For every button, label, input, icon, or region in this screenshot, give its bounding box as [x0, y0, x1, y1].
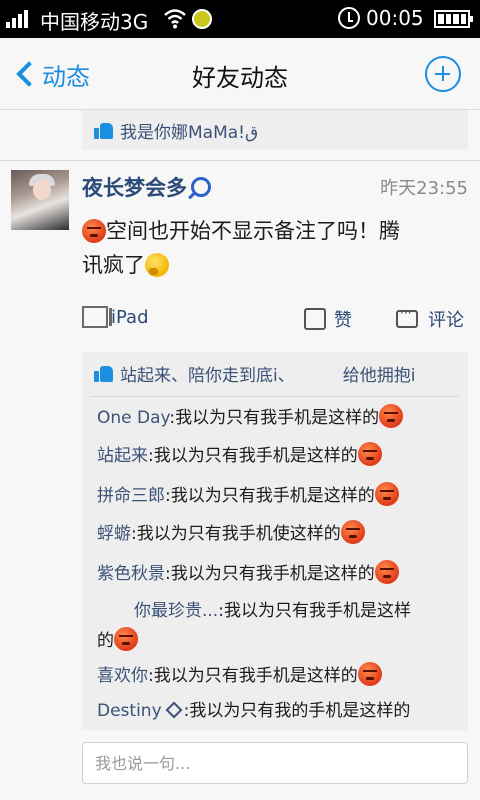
- signal-icon: [6, 10, 28, 28]
- alarm-icon: [338, 7, 360, 29]
- comment-item: 蜉蝣:我以为只有我手机使这样的: [97, 520, 365, 546]
- previous-post-likes: 我是你娜MaMa!ق: [82, 110, 468, 150]
- comment-item: Destiny :我以为只有我的手机是这样的: [97, 699, 410, 723]
- comment-item: 拼命三郎:我以为只有我手机是这样的: [97, 482, 399, 508]
- comment-text: :我以为只有我手机是这样的: [148, 446, 358, 466]
- comment-text-cont: 的: [97, 631, 114, 651]
- comment-label: 评论: [428, 310, 464, 331]
- angry-emoji-icon: [340, 520, 365, 544]
- angry-emoji-icon: [379, 404, 404, 428]
- angry-emoji-icon: [374, 482, 399, 506]
- likes-names[interactable]: 站起来、陪你走到底i、: [120, 361, 295, 386]
- comment-text: :我以为只有我手机是这样的: [165, 564, 375, 584]
- avatar[interactable]: [11, 170, 69, 230]
- commenter-name[interactable]: Destiny: [97, 701, 162, 721]
- comment-text: :我以为只有我的手机是这样的: [183, 701, 411, 721]
- likes-extra[interactable]: 给他拥抱i: [343, 361, 416, 386]
- divider: [90, 396, 460, 397]
- comment-item: 喜欢你:我以为只有我手机是这样的: [97, 662, 382, 688]
- coin-icon: [192, 9, 212, 29]
- post-author[interactable]: 夜长梦会多: [82, 172, 211, 202]
- thumbs-up-icon: [94, 121, 114, 139]
- content-line-2: 讯疯了: [82, 253, 145, 277]
- comment-input[interactable]: [82, 742, 468, 784]
- thumbs-up-outline-icon: [304, 308, 326, 330]
- divider: [0, 160, 480, 161]
- commenter-name[interactable]: 站起来: [97, 446, 148, 466]
- comment-text: :我以为只有我手机是这样的: [165, 486, 375, 506]
- comment-box: 站起来、陪你走到底i、 给他拥抱i One Day:我以为只有我手机是这样的 站…: [82, 352, 468, 730]
- angry-emoji-icon: [82, 219, 106, 243]
- commenter-name[interactable]: 你最珍贵...: [134, 601, 218, 621]
- status-bar: 中国移动3G 00:05: [0, 0, 480, 38]
- comment-button[interactable]: 评论: [396, 306, 464, 332]
- comment-item: 紫色秋景:我以为只有我手机是这样的: [97, 560, 399, 586]
- author-name: 夜长梦会多: [82, 176, 187, 200]
- thinking-emoji-icon: [145, 253, 169, 277]
- angry-emoji-icon: [114, 627, 138, 651]
- like-button[interactable]: 赞: [304, 306, 352, 332]
- ipad-icon: [82, 306, 112, 328]
- comment-item: 你最珍贵...:我以为只有我手机是这样 的: [97, 596, 411, 656]
- comment-item: 站起来:我以为只有我手机是这样的: [97, 442, 382, 468]
- plus-circle-icon[interactable]: [425, 56, 461, 92]
- clock-time: 00:05: [366, 6, 424, 30]
- likes-row: 站起来、陪你走到底i、 给他拥抱i: [94, 358, 415, 388]
- comment-text: :我以为只有我手机是这样的: [148, 666, 358, 686]
- commenter-name[interactable]: One Day: [97, 408, 169, 428]
- comment-text: :我以为只有我手机使这样的: [131, 524, 341, 544]
- angry-emoji-icon: [357, 442, 382, 466]
- thumbs-up-icon: [94, 364, 114, 382]
- battery-icon: [434, 10, 473, 28]
- comment-text: :我以为只有我手机是这样的: [169, 408, 380, 428]
- like-label: 赞: [334, 310, 352, 331]
- commenter-name[interactable]: 蜉蝣: [97, 524, 131, 544]
- comment-input-bar: [0, 730, 480, 800]
- page-title: 好友动态: [192, 64, 288, 92]
- carrier-label: 中国移动3G: [40, 10, 149, 34]
- device-label: iPad: [82, 306, 149, 328]
- comment-icon: [396, 306, 418, 328]
- commenter-name[interactable]: 紫色秋景: [97, 564, 165, 584]
- commenter-name[interactable]: 拼命三郎: [97, 486, 165, 506]
- comment-item: One Day:我以为只有我手机是这样的: [97, 404, 404, 430]
- device-name: iPad: [111, 306, 149, 328]
- lollipop-icon: [191, 177, 211, 197]
- nav-bar: 动态 好友动态: [0, 38, 480, 110]
- angry-emoji-icon: [374, 560, 399, 584]
- post-content: 空间也开始不显示备注了吗！腾 讯疯了: [82, 214, 462, 282]
- likes-names[interactable]: 我是你娜MaMa!ق: [120, 118, 258, 143]
- post-timestamp: 昨天23:55: [380, 178, 468, 199]
- comment-text: :我以为只有我手机是这样: [218, 601, 411, 621]
- diamond-icon: [165, 701, 183, 719]
- wifi-icon: [164, 9, 186, 29]
- angry-emoji-icon: [357, 662, 382, 686]
- commenter-name[interactable]: 喜欢你: [97, 666, 148, 686]
- content-line-1: 空间也开始不显示备注了吗！腾: [106, 219, 400, 243]
